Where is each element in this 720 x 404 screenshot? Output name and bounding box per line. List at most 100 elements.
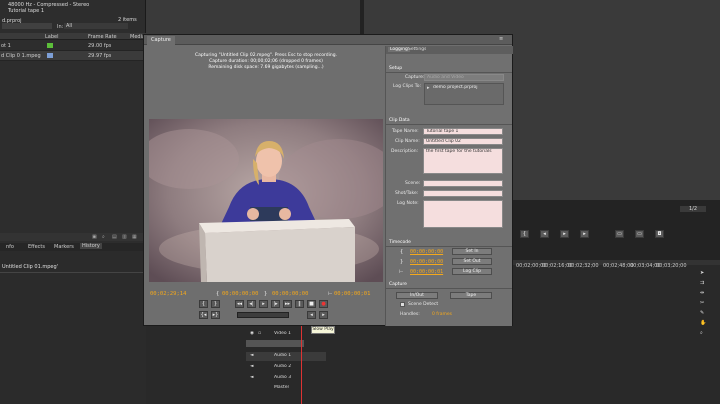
slow-rewind-icon[interactable]: ◂ [307,311,316,319]
search-field[interactable] [2,23,52,29]
duration-timecode[interactable]: 00;00;00;01 [334,291,370,297]
setup-header: Setup [386,66,512,73]
tab-capture[interactable]: Capture [147,36,175,45]
shot-take-label: Shot/Take: [395,191,419,196]
folder-icon: ▸ [427,85,430,91]
go-to-out-icon[interactable]: ▸} [211,311,220,319]
mark-out-button[interactable]: } [211,300,220,308]
rewind-icon[interactable]: ◂◂ [235,300,244,308]
mark-in-button[interactable]: { [199,300,208,308]
find-icon[interactable]: ⌕ [102,234,105,240]
list-item[interactable]: ot 1 29.00 fps [0,41,146,51]
in-dropdown[interactable]: All [64,23,128,29]
log-note-label: Log Note: [397,201,419,206]
speaker-icon[interactable]: ◄ [250,375,253,380]
panel-menu-icon[interactable]: ≡ [499,36,503,42]
set-out-button[interactable]: Set Out [452,258,492,265]
set-in-icon[interactable]: { [216,291,219,297]
step-back-icon[interactable]: ◂| [247,300,256,308]
track-audio-2[interactable]: ◄ Audio 2 [246,363,326,372]
scene-detect-checkbox[interactable] [400,302,405,307]
timecode-in[interactable]: 00;00;00;00 [410,249,443,255]
track-master[interactable]: Master [246,384,326,393]
handles-value[interactable]: 0 frames [432,312,452,317]
col-label[interactable]: Label [45,34,59,40]
play-icon[interactable]: ▸ [259,300,268,308]
scene-input[interactable] [423,180,503,187]
tab-info[interactable]: nfo [6,244,14,250]
step-forward-icon[interactable]: |▸ [271,300,280,308]
extract-icon[interactable]: ▭ [635,230,644,238]
in-out-button[interactable]: In/Out [396,292,438,299]
capture-mode-select[interactable]: Audio and Video [424,74,504,81]
go-to-in-icon[interactable]: {◂ [199,311,208,319]
log-clips-label: Log Clips To: [393,84,421,89]
stop-icon[interactable]: ■ [307,300,316,308]
tab-markers[interactable]: Markers [54,244,74,250]
lock-icon[interactable]: ▫ [258,331,261,336]
eye-icon[interactable]: ◉ [250,331,254,336]
slow-play-icon[interactable]: ▸ [319,311,328,319]
track-select-icon[interactable]: ⇉ [700,280,704,286]
duration-icon[interactable]: ⊢ [328,291,332,297]
speaker-icon[interactable]: ◄ [250,353,253,358]
step-back-icon[interactable]: ◂ [540,230,549,238]
tape-button[interactable]: Tape [450,292,492,299]
track-audio-1[interactable]: ◄ Audio 1 [246,352,326,361]
tab-settings[interactable]: Settings [408,47,426,52]
col-frame-rate[interactable]: Frame Rate [88,34,117,40]
current-timecode[interactable]: 00;02;29;14 [150,291,186,297]
bin-icon[interactable]: ▣ [92,234,97,240]
log-note-input[interactable] [423,200,503,228]
shuttle-slider[interactable] [237,312,289,318]
selection-tool-icon[interactable]: ➤ [700,270,704,276]
zoom-icon[interactable]: ⌕ [700,330,703,336]
timecode-out[interactable]: 00;00;00;00 [410,259,443,265]
tape-name-input[interactable]: Tutorial tape 1 [423,128,503,135]
tab-effects[interactable]: Effects [28,244,45,250]
hand-icon[interactable]: ✋ [700,320,706,326]
track-label: Audio 1 [274,353,292,358]
lift-icon[interactable]: ▭ [615,230,624,238]
ruler-label: 00;03;20;00 [656,263,687,269]
status-line: Remaining disk space: 7.69 gigabytes (sa… [208,65,324,70]
video-clip-bar[interactable] [246,340,304,347]
description-input[interactable]: the first tape for the tutorials [423,148,503,174]
track-label: Master [274,385,290,390]
capture-status: Capturing "Untitled Clip 02.mpeg". Press… [149,53,383,71]
time-ruler[interactable]: 00;02;00;00 00;02;16;00 00;02;32;00 00;0… [506,263,716,269]
fast-forward-icon[interactable]: ▸▸ [283,300,292,308]
capture-transport: { } ◂◂ ◂| ▸ |▸ ▸▸ ‖ ■ ● {◂ ▸} ◂ ▸ [199,300,339,322]
ripple-edit-icon[interactable]: ⇹ [700,290,704,296]
speaker-icon[interactable]: ◄ [250,364,253,369]
duration-icon: ⊢ [399,269,404,275]
set-in-button[interactable]: Set In [452,248,492,255]
play-icon[interactable]: ▸ [560,230,569,238]
tab-history[interactable]: History [80,243,102,249]
shot-take-input[interactable] [423,190,503,197]
export-frame-icon[interactable]: ◘ [655,230,664,238]
timecode-duration[interactable]: 00;00;00;01 [410,269,443,275]
new-item-icon[interactable]: ▤ [112,234,117,240]
list-item[interactable]: d Clip 0 1.mpeg 29.97 fps [0,51,146,61]
track-audio-3[interactable]: ◄ Audio 3 [246,374,326,383]
capture-video-preview [149,119,383,282]
clip-name-input[interactable]: Untitled Clip 02 [423,138,503,145]
set-out-icon[interactable]: } [264,291,267,297]
log-clips-bin[interactable]: ▸ demo project.prproj [424,83,504,105]
razor-icon[interactable]: ✂ [700,300,704,306]
track-label: Audio 3 [274,375,292,380]
item-rate: 29.00 fps [88,43,112,49]
record-icon[interactable]: ● [319,300,328,308]
tab-logging[interactable]: Logging [388,47,410,52]
in-point-timecode[interactable]: 00;00;00;00 [222,291,258,297]
mark-in-icon[interactable]: { [520,230,529,238]
clear-icon[interactable]: ▥ [122,234,127,240]
out-point-timecode[interactable]: 00;00;00;00 [272,291,308,297]
pen-icon[interactable]: ✎ [700,310,704,316]
zoom-dropdown[interactable]: 1/2 [680,206,706,212]
pause-icon[interactable]: ‖ [295,300,304,308]
delete-icon[interactable]: ▦ [132,234,137,240]
log-clip-button[interactable]: Log Clip [452,268,492,275]
step-forward-icon[interactable]: ▸ [580,230,589,238]
